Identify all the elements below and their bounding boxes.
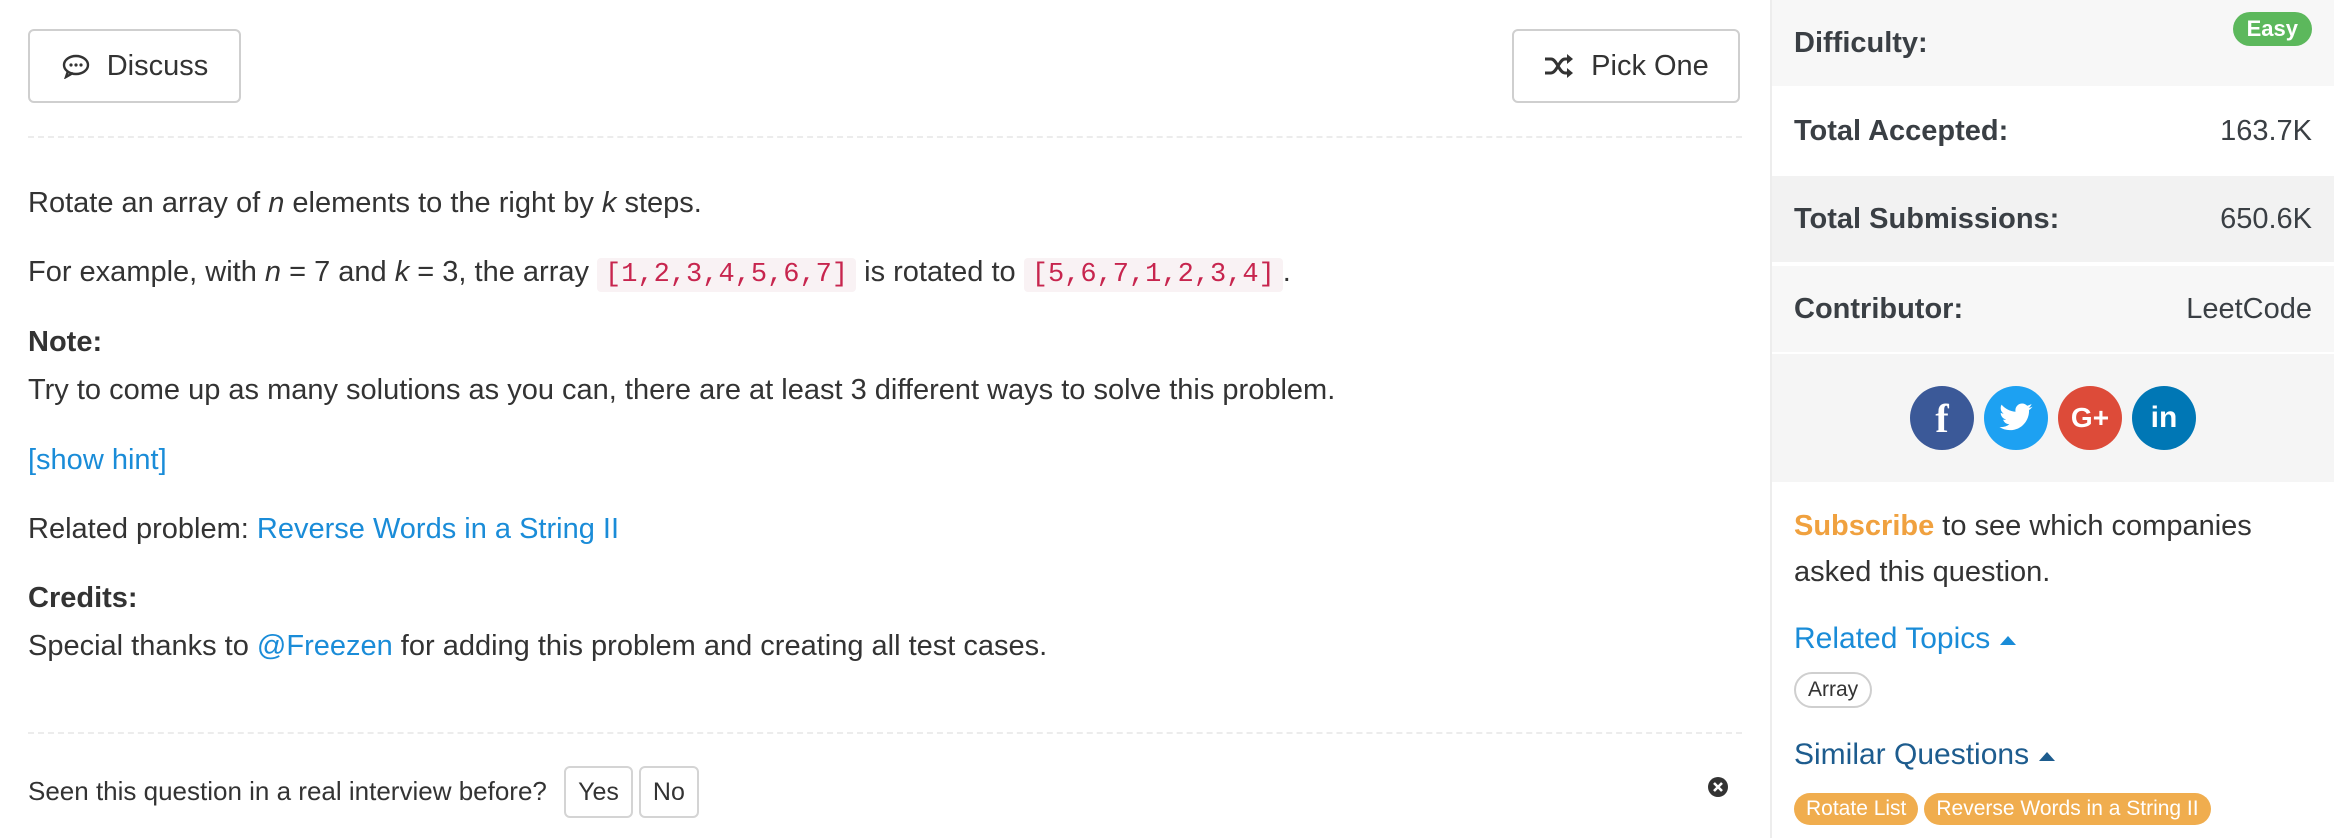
example-line: For example, with n = 7 and k = 3, the a… [28, 252, 1291, 295]
text: Special thanks to [28, 630, 257, 662]
difficulty-label: Difficulty: [1794, 26, 1928, 59]
similar-tag-rotate-list[interactable]: Rotate List [1794, 793, 1919, 825]
credits-heading: Credits: [28, 582, 138, 614]
problem-statement: Rotate an array of n elements to the rig… [28, 183, 702, 223]
divider-bottom [28, 732, 1742, 734]
code-output-array: [5,6,7,1,2,3,4] [1023, 258, 1283, 292]
subscribe-link[interactable]: Subscribe [1794, 510, 1934, 542]
related-topics-label: Related Topics [1794, 622, 1991, 655]
code-input-array: [1,2,3,4,5,6,7] [597, 258, 857, 292]
caret-up-icon [2039, 751, 2056, 761]
interview-question-text: Seen this question in a real interview b… [28, 776, 547, 806]
text: . [1282, 256, 1291, 288]
yes-button[interactable]: Yes [564, 766, 633, 818]
no-button[interactable]: No [638, 766, 699, 818]
similar-tag-reverse-words[interactable]: Reverse Words in a String II [1924, 793, 2211, 825]
credits-text: Special thanks to @Freezen for adding th… [28, 626, 1047, 666]
accepted-label: Total Accepted: [1794, 114, 2009, 147]
var-k: k [394, 256, 410, 288]
shuffle-icon [1545, 54, 1574, 78]
note-heading: Note: [28, 326, 103, 358]
facebook-icon[interactable]: f [1910, 386, 1974, 450]
text: For example, with [28, 256, 265, 288]
submissions-value: 650.6K [2220, 202, 2312, 235]
pick-one-label: Pick One [1591, 49, 1709, 82]
related-topics-toggle[interactable]: Related Topics [1794, 622, 2017, 656]
accepted-row: Total Accepted: 163.7K [1772, 88, 2334, 176]
google-plus-icon[interactable]: G+ [2058, 386, 2122, 450]
problem-panel: Discuss Pick One Rotate an array of n el… [0, 0, 1770, 838]
discuss-button[interactable]: Discuss [28, 29, 241, 103]
pick-one-button[interactable]: Pick One [1512, 29, 1740, 103]
caret-up-icon [2000, 635, 2017, 645]
similar-questions-tags: Rotate List Reverse Words in a String II [1794, 793, 2217, 825]
difficulty-badge: Easy [2232, 12, 2312, 46]
contributor-link[interactable]: @Freezen [257, 630, 393, 662]
related-problem-link[interactable]: Reverse Words in a String II [257, 513, 619, 545]
text: = 3, the array [409, 256, 598, 288]
note-text: Try to come up as many solutions as you … [28, 374, 1336, 406]
topic-tag-array[interactable]: Array [1794, 672, 1873, 708]
text: is rotated to [856, 256, 1024, 288]
text: elements to the right by [284, 187, 602, 219]
var-n: n [264, 256, 282, 288]
discuss-label: Discuss [106, 49, 209, 82]
close-icon[interactable] [1706, 775, 1730, 799]
divider-top [28, 136, 1742, 138]
contributor-row: Contributor: LeetCode [1772, 266, 2334, 354]
submissions-label: Total Submissions: [1794, 202, 2060, 235]
twitter-icon[interactable] [1984, 386, 2048, 450]
comment-icon [62, 54, 89, 79]
contributor-label: Contributor: [1794, 292, 1964, 325]
submissions-row: Total Submissions: 650.6K [1772, 176, 2334, 264]
subscribe-prompt: Subscribe to see which companies asked t… [1794, 503, 2294, 595]
sidebar: Difficulty: Easy Total Accepted: 163.7K … [1770, 0, 2334, 838]
similar-questions-toggle[interactable]: Similar Questions [1794, 738, 2056, 772]
var-n: n [268, 187, 285, 219]
text: = 7 and [281, 256, 395, 288]
show-hint-link[interactable]: [show hint] [28, 440, 167, 480]
related-problem: Related problem: Reverse Words in a Stri… [28, 509, 619, 549]
related-prefix: Related problem: [28, 513, 257, 545]
difficulty-row: Difficulty: Easy [1772, 0, 2334, 88]
text: Rotate an array of [28, 187, 269, 219]
similar-questions-label: Similar Questions [1794, 738, 2030, 771]
interview-question: Seen this question in a real interview b… [28, 766, 699, 818]
contributor-value: LeetCode [2186, 292, 2312, 325]
var-k: k [601, 187, 617, 219]
accepted-value: 163.7K [2220, 114, 2312, 147]
twitter-bird-icon [1999, 403, 2033, 431]
text: steps. [616, 187, 702, 219]
share-buttons: f G+ in [1772, 354, 2334, 482]
linkedin-icon[interactable]: in [2132, 386, 2196, 450]
text: for adding this problem and creating all… [392, 630, 1048, 662]
